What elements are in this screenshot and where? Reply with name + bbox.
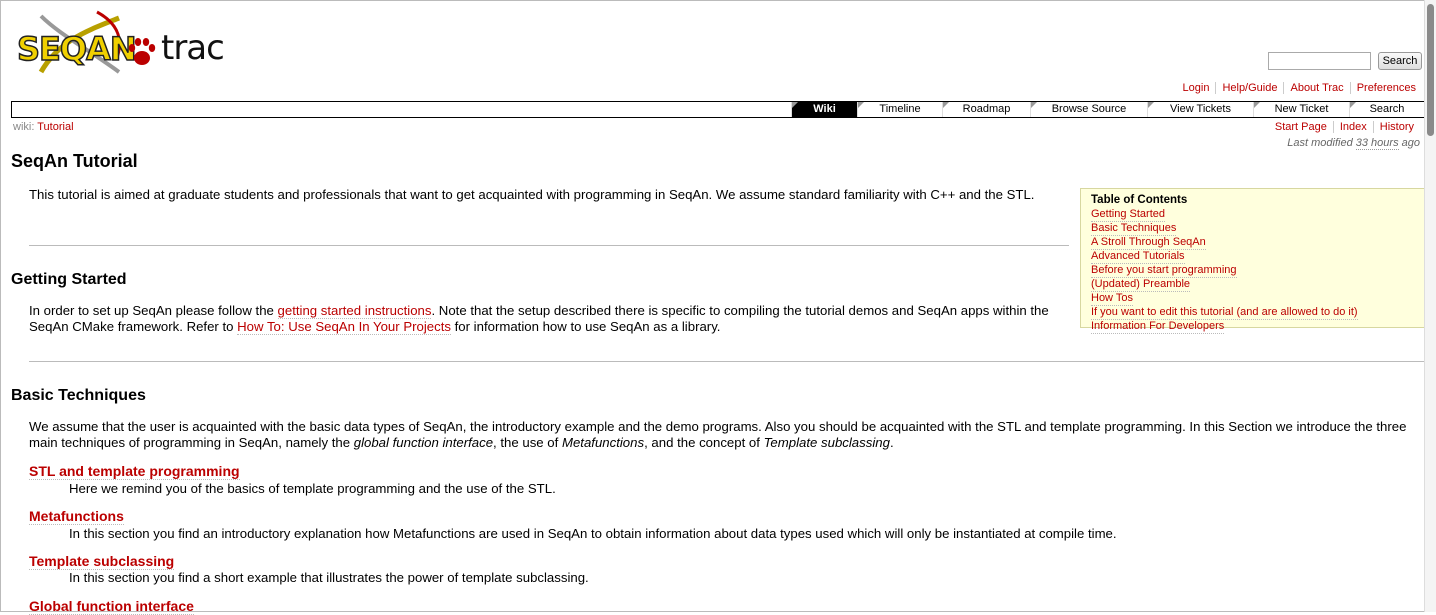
stl-template-programming-link[interactable]: STL and template programming xyxy=(29,463,240,480)
getting-started-heading: Getting Started xyxy=(11,271,127,288)
bt-text-3: , and the concept of xyxy=(644,435,764,450)
template-subclassing-desc: In this section you find a short example… xyxy=(69,570,589,585)
toc-item[interactable]: A Stroll Through SeqAn xyxy=(1091,236,1206,250)
meta-nav: Login Help/Guide About Trac Preferences xyxy=(1177,82,1422,94)
tab-wiki[interactable]: Wiki xyxy=(791,102,857,117)
index-link[interactable]: Index xyxy=(1340,121,1367,133)
gs-text-3: for information how to use SeqAn as a li… xyxy=(450,319,721,334)
breadcrumb-tutorial-link[interactable]: Tutorial xyxy=(37,121,73,133)
tab-timeline[interactable]: Timeline xyxy=(857,102,942,117)
toc-item[interactable]: Advanced Tutorials xyxy=(1091,250,1185,264)
toc-item[interactable]: Before you start programming xyxy=(1091,264,1237,278)
context-nav: Start Page Index History xyxy=(1269,121,1420,133)
toc-item[interactable]: Information For Developers xyxy=(1091,320,1225,334)
basic-techniques-paragraph: We assume that the user is acquainted wi… xyxy=(29,419,1425,451)
stl-template-programming-desc: Here we remind you of the basics of temp… xyxy=(69,481,556,496)
bt-text-2: , the use of xyxy=(493,435,562,450)
tab-roadmap[interactable]: Roadmap xyxy=(942,102,1030,117)
main-nav: Wiki Timeline Roadmap Browse Source View… xyxy=(11,101,1425,118)
about-trac-link[interactable]: About Trac xyxy=(1290,82,1343,94)
last-modified-suffix: ago xyxy=(1401,137,1420,149)
bt-em-1: global function interface xyxy=(353,435,494,450)
scrollbar-thumb[interactable] xyxy=(1427,4,1434,136)
toc-item[interactable]: Basic Techniques xyxy=(1091,222,1177,236)
last-modified: Last modified 33 hours ago xyxy=(1287,137,1420,150)
table-of-contents: Table of Contents Getting Started Basic … xyxy=(1080,188,1425,334)
bt-em-3: Template subclassing xyxy=(763,435,890,450)
template-subclassing-link[interactable]: Template subclassing xyxy=(29,553,175,570)
toc-item[interactable]: How Tos xyxy=(1091,292,1133,306)
toc-item[interactable]: If you want to edit this tutorial (and a… xyxy=(1091,306,1358,320)
start-page-link[interactable]: Start Page xyxy=(1275,121,1327,133)
metafunctions-desc: In this section you find an introductory… xyxy=(69,526,1117,541)
paw-icon xyxy=(128,38,156,65)
tab-browse-source[interactable]: Browse Source xyxy=(1030,102,1147,117)
bt-text-4: . xyxy=(889,435,894,450)
toc-title: Table of Contents xyxy=(1091,194,1188,206)
toc-item[interactable]: Getting Started xyxy=(1091,208,1165,222)
basic-techniques-heading: Basic Techniques xyxy=(11,387,146,404)
page-title: SeqAn Tutorial xyxy=(11,151,138,171)
scrollbar[interactable] xyxy=(1424,0,1436,612)
logo-trac-text: trac xyxy=(161,28,225,68)
gs-text-1: In order to set up SeqAn please follow t… xyxy=(29,303,278,318)
toc-item[interactable]: (Updated) Preamble xyxy=(1091,278,1191,292)
history-link[interactable]: History xyxy=(1380,121,1414,133)
tab-new-ticket[interactable]: New Ticket xyxy=(1253,102,1349,117)
seqan-trac-logo[interactable]: SEQAN trac xyxy=(15,10,230,82)
search-button[interactable]: Search xyxy=(1378,52,1422,70)
last-modified-prefix: Last modified xyxy=(1287,137,1353,149)
bt-em-2: Metafunctions xyxy=(561,435,645,450)
metafunctions-link[interactable]: Metafunctions xyxy=(29,508,124,525)
help-guide-link[interactable]: Help/Guide xyxy=(1222,82,1277,94)
how-to-use-seqan-link[interactable]: How To: Use SeqAn In Your Projects xyxy=(237,319,451,335)
tab-search[interactable]: Search xyxy=(1349,102,1424,117)
breadcrumb: wiki: Tutorial xyxy=(13,121,74,133)
global-function-interface-link[interactable]: Global function interface xyxy=(29,598,194,615)
logo-seqan-text: SEQAN xyxy=(16,29,137,69)
getting-started-instructions-link[interactable]: getting started instructions xyxy=(277,303,432,319)
preferences-link[interactable]: Preferences xyxy=(1357,82,1416,94)
breadcrumb-prefix: wiki: xyxy=(13,121,35,133)
getting-started-paragraph: In order to set up SeqAn please follow t… xyxy=(29,303,1069,335)
tab-view-tickets[interactable]: View Tickets xyxy=(1147,102,1253,117)
divider xyxy=(29,245,1069,246)
last-modified-time-link[interactable]: 33 hours xyxy=(1355,137,1399,150)
divider xyxy=(29,361,1425,362)
search-input[interactable] xyxy=(1268,52,1371,70)
login-link[interactable]: Login xyxy=(1183,82,1210,94)
intro-paragraph: This tutorial is aimed at graduate stude… xyxy=(29,187,1035,202)
